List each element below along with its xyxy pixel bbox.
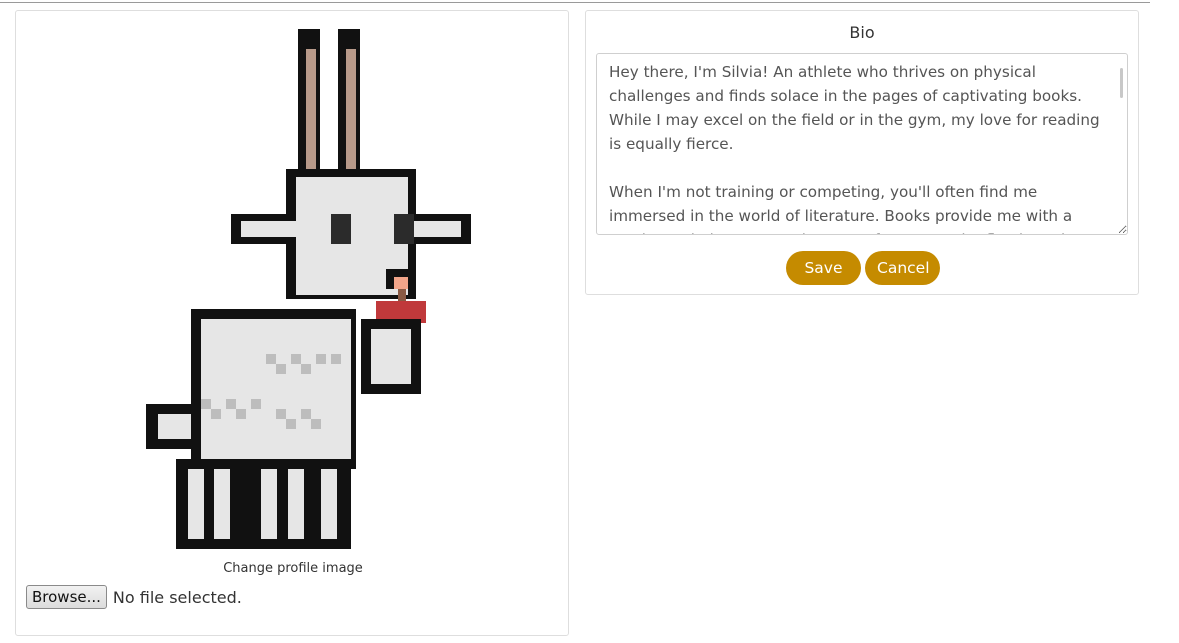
bio-scrollbar[interactable] <box>1120 68 1123 98</box>
file-status-text: No file selected. <box>112 587 242 607</box>
profile-image-card: Change profile image Browse... No file s… <box>15 10 569 636</box>
bio-title: Bio <box>849 23 875 42</box>
change-profile-image-label: Change profile image <box>223 561 363 576</box>
browse-button[interactable]: Browse... <box>26 585 107 609</box>
profile-image[interactable] <box>136 19 486 549</box>
save-button[interactable]: Save <box>786 251 861 285</box>
file-input[interactable]: Browse... No file selected. <box>26 585 242 609</box>
cancel-button[interactable]: Cancel <box>865 251 940 285</box>
bio-card: Bio Hey there, I'm Silvia! An athlete wh… <box>585 10 1139 295</box>
goat-pixel-art-icon <box>146 29 471 549</box>
top-divider <box>0 2 1150 3</box>
bio-textarea[interactable]: Hey there, I'm Silvia! An athlete who th… <box>596 53 1128 235</box>
bio-actions: Save Cancel <box>786 251 940 285</box>
